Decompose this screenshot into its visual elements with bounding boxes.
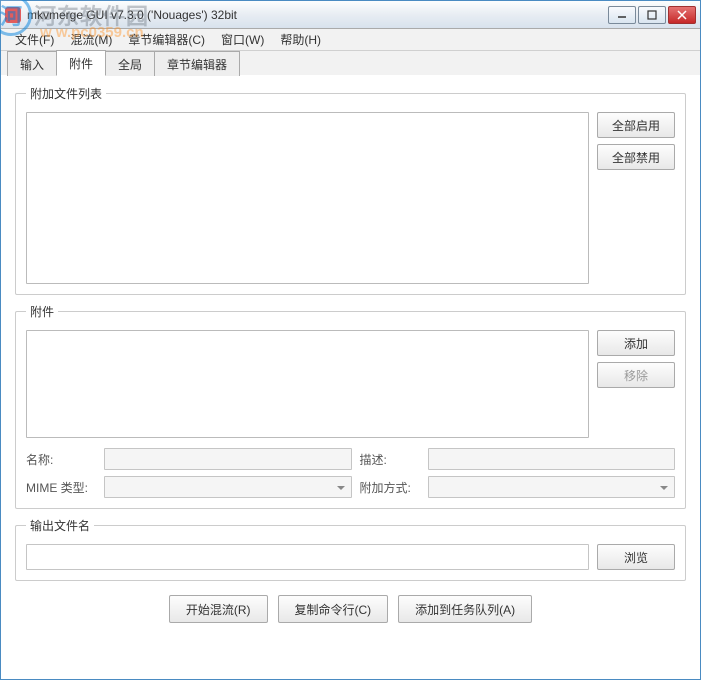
desc-field[interactable] [428, 448, 676, 470]
output-filename-field[interactable] [26, 544, 589, 570]
action-buttons: 开始混流(R) 复制命令行(C) 添加到任务队列(A) [15, 589, 686, 625]
mime-combo[interactable] [104, 476, 352, 498]
close-button[interactable] [668, 6, 696, 24]
copy-cmdline-button[interactable]: 复制命令行(C) [278, 595, 389, 623]
app-icon [5, 7, 21, 23]
browse-button[interactable]: 浏览 [597, 544, 675, 570]
tab-attach[interactable]: 附件 [56, 50, 106, 76]
disable-all-button[interactable]: 全部禁用 [597, 144, 675, 170]
tab-bar: 输入 附件 全局 章节编辑器 [1, 51, 700, 75]
tab-chapter-editor[interactable]: 章节编辑器 [154, 51, 240, 76]
output-legend: 输出文件名 [26, 517, 94, 534]
menu-window[interactable]: 窗口(W) [213, 29, 272, 50]
menu-file[interactable]: 文件(F) [7, 29, 62, 50]
start-mux-button[interactable]: 开始混流(R) [169, 595, 268, 623]
minimize-button[interactable] [608, 6, 636, 24]
output-group: 输出文件名 浏览 [15, 517, 686, 581]
attachment-group: 附件 添加 移除 名称: 描述: MIME 类型: 附加方式: [15, 303, 686, 509]
menu-chapter-editor[interactable]: 章节编辑器(C) [120, 29, 213, 50]
name-field[interactable] [104, 448, 352, 470]
name-label: 名称: [26, 451, 96, 468]
enable-all-button[interactable]: 全部启用 [597, 112, 675, 138]
method-label: 附加方式: [360, 479, 420, 496]
remove-button[interactable]: 移除 [597, 362, 675, 388]
add-to-queue-button[interactable]: 添加到任务队列(A) [398, 595, 532, 623]
titlebar: mkvmerge GUI v7.3.0 ('Nouages') 32bit [1, 1, 700, 29]
attachment-box[interactable] [26, 330, 589, 438]
tab-global[interactable]: 全局 [105, 51, 155, 76]
maximize-button[interactable] [638, 6, 666, 24]
attachment-list-box[interactable] [26, 112, 589, 284]
tab-input[interactable]: 输入 [7, 51, 57, 76]
menu-help[interactable]: 帮助(H) [272, 29, 329, 50]
desc-label: 描述: [360, 451, 420, 468]
add-button[interactable]: 添加 [597, 330, 675, 356]
menu-mux[interactable]: 混流(M) [62, 29, 120, 50]
attachment-legend: 附件 [26, 303, 58, 320]
mime-label: MIME 类型: [26, 479, 96, 496]
content-area: 附加文件列表 全部启用 全部禁用 附件 添加 移除 名称: 描述: MIME 类… [1, 75, 700, 679]
window-controls [608, 6, 696, 24]
window-title: mkvmerge GUI v7.3.0 ('Nouages') 32bit [27, 8, 608, 22]
attachment-list-legend: 附加文件列表 [26, 85, 106, 102]
attachment-list-group: 附加文件列表 全部启用 全部禁用 [15, 85, 686, 295]
method-combo[interactable] [428, 476, 676, 498]
menubar: 文件(F) 混流(M) 章节编辑器(C) 窗口(W) 帮助(H) [1, 29, 700, 51]
